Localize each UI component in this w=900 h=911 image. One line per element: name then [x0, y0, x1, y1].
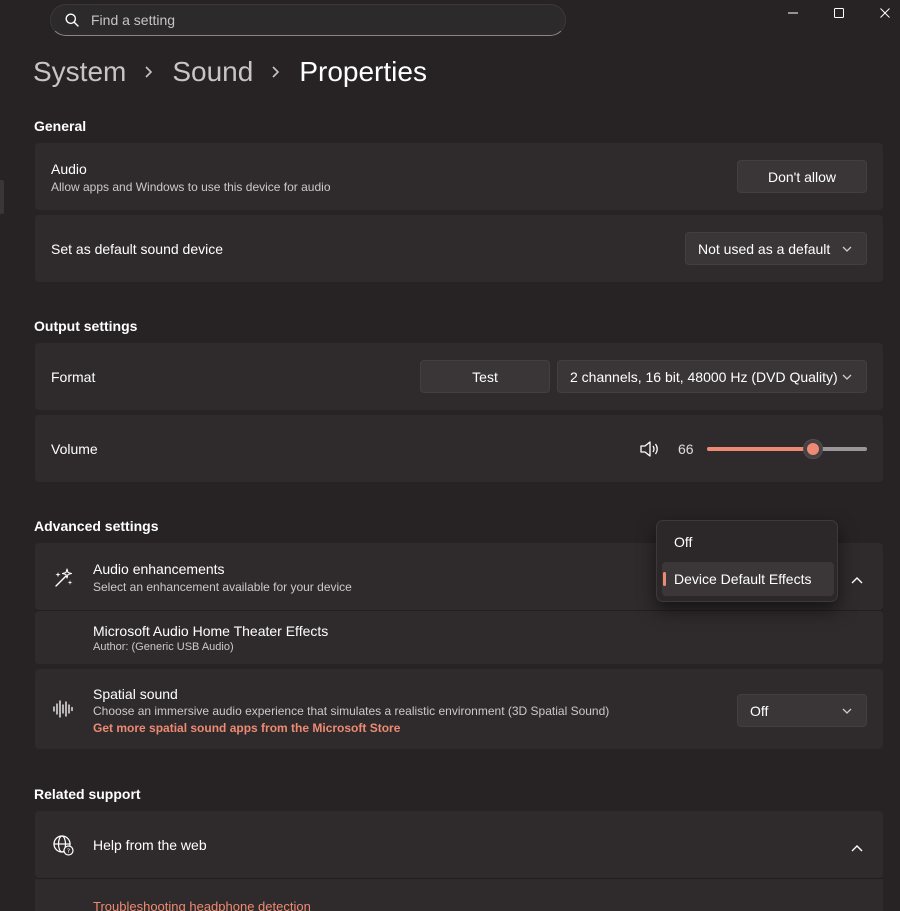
audio-title: Audio — [51, 161, 87, 177]
format-value: 2 channels, 16 bit, 48000 Hz (DVD Qualit… — [570, 368, 838, 385]
search-input[interactable]: Find a setting — [91, 12, 175, 28]
nav-pane-edge — [0, 180, 4, 214]
section-advanced-heading: Advanced settings — [34, 518, 159, 534]
breadcrumb-system[interactable]: System — [33, 56, 126, 88]
audio-enhancements-description: Select an enhancement available for your… — [93, 580, 352, 594]
globe-help-icon: ? — [52, 834, 74, 861]
help-from-web-card[interactable]: ? Help from the web — [35, 811, 883, 878]
default-device-value: Not used as a default — [698, 240, 831, 257]
test-button[interactable]: Test — [420, 360, 550, 393]
spatial-sound-description: Choose an immersive audio experience tha… — [93, 704, 610, 718]
troubleshooting-link[interactable]: Troubleshooting headphone detection — [93, 899, 311, 911]
volume-value: 66 — [678, 441, 694, 457]
breadcrumb-sound[interactable]: Sound — [172, 56, 253, 88]
audio-enhancements-title: Audio enhancements — [93, 561, 225, 577]
default-device-dropdown[interactable]: Not used as a default — [685, 232, 867, 265]
volume-title: Volume — [51, 441, 98, 457]
chevron-right-icon — [271, 65, 281, 79]
sound-wave-icon — [52, 699, 74, 724]
effect-card: Microsoft Audio Home Theater Effects Aut… — [35, 611, 883, 664]
spatial-sound-value: Off — [750, 702, 769, 719]
spatial-sound-title: Spatial sound — [93, 686, 178, 702]
chevron-down-icon — [842, 374, 852, 380]
sparkle-icon — [53, 567, 75, 594]
minimize-button[interactable] — [770, 0, 816, 26]
chevron-right-icon — [144, 65, 154, 79]
spatial-store-link[interactable]: Get more spatial sound apps from the Mic… — [93, 721, 400, 735]
volume-card: Volume 66 — [35, 415, 883, 482]
audio-card: Audio Allow apps and Windows to use this… — [35, 143, 883, 210]
chevron-down-icon — [842, 246, 852, 252]
volume-slider-fill — [707, 447, 813, 451]
page-title: Properties — [299, 56, 427, 87]
format-dropdown[interactable]: 2 channels, 16 bit, 48000 Hz (DVD Qualit… — [557, 360, 867, 393]
default-device-title: Set as default sound device — [51, 241, 224, 257]
search-box[interactable]: Find a setting — [50, 4, 566, 36]
svg-text:?: ? — [67, 847, 70, 855]
maximize-icon — [834, 8, 844, 18]
dont-allow-button[interactable]: Don't allow — [737, 160, 867, 193]
volume-slider-thumb[interactable] — [803, 439, 823, 459]
maximize-button[interactable] — [816, 0, 862, 26]
section-output-heading: Output settings — [34, 318, 138, 334]
chevron-down-icon — [842, 708, 852, 714]
enhancement-option-off[interactable]: Off — [662, 525, 834, 559]
chevron-up-icon[interactable] — [851, 839, 863, 857]
minimize-icon — [788, 12, 798, 14]
breadcrumb: System Sound Properties — [33, 54, 427, 90]
effect-author: Author: (Generic USB Audio) — [93, 641, 234, 653]
chevron-up-icon[interactable] — [851, 571, 863, 589]
audio-description: Allow apps and Windows to use this devic… — [51, 180, 331, 194]
close-icon — [880, 8, 890, 18]
enhancement-option-device-default[interactable]: Device Default Effects — [662, 562, 834, 596]
format-card: Format Test 2 channels, 16 bit, 48000 Hz… — [35, 343, 883, 410]
section-related-heading: Related support — [34, 786, 141, 802]
spatial-sound-dropdown[interactable]: Off — [737, 694, 867, 727]
enhancements-dropdown-menu: Off Device Default Effects — [656, 520, 838, 602]
effect-title: Microsoft Audio Home Theater Effects — [93, 623, 329, 639]
section-general-heading: General — [34, 118, 87, 134]
help-from-web-title: Help from the web — [93, 837, 207, 853]
speaker-icon[interactable] — [639, 439, 661, 464]
help-links-panel: Troubleshooting headphone detection — [35, 879, 883, 911]
default-device-card: Set as default sound device Not used as … — [35, 215, 883, 282]
close-button[interactable] — [862, 0, 900, 26]
search-icon — [65, 13, 79, 27]
spatial-sound-card: Spatial sound Choose an immersive audio … — [35, 669, 883, 749]
format-title: Format — [51, 369, 96, 385]
